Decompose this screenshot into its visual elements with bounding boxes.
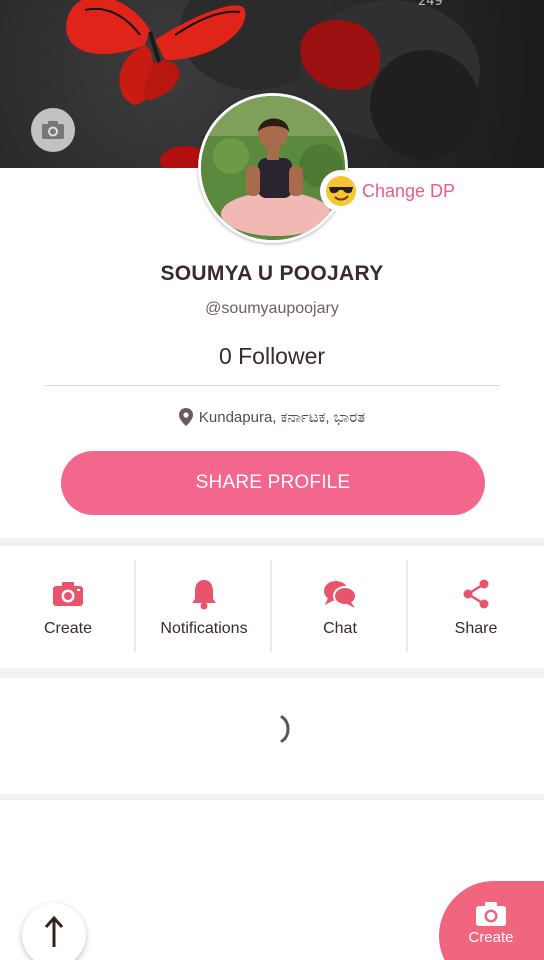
action-bar: Create Notifications Chat Share [0, 546, 544, 668]
loading-spinner-icon [280, 715, 290, 743]
action-label: Create [43, 620, 93, 637]
butterfly-image [66, 0, 246, 105]
profile-avatar[interactable] [198, 93, 348, 243]
scroll-to-top-button[interactable] [22, 903, 86, 960]
action-label: Share [454, 620, 498, 637]
location-pin-icon [178, 408, 193, 426]
change-dp-label: Change DP [362, 180, 456, 201]
location: Kundapura, ಕರ್ನಾಟಕ, ಭಾರತ [0, 408, 544, 426]
camera-icon [52, 576, 84, 612]
action-notifications[interactable]: Notifications [136, 546, 272, 668]
feed-loader-panel [0, 678, 544, 794]
status-number: 249 [418, 0, 443, 9]
action-chat[interactable]: Chat [272, 546, 408, 668]
chat-icon [323, 576, 357, 612]
profile-handle: @soumyaupoojary [205, 300, 339, 317]
action-share[interactable]: Share [408, 546, 544, 668]
sunglasses-emoji-icon [320, 170, 362, 212]
bell-icon [191, 576, 217, 612]
camera-icon [476, 902, 506, 926]
change-dp-button[interactable]: Change DP [320, 170, 455, 212]
action-create[interactable]: Create [0, 546, 136, 668]
share-icon [461, 576, 491, 612]
action-label: Notifications [160, 620, 248, 637]
location-text: Kundapura, ಕರ್ನಾಟಕ, ಭಾರತ [198, 408, 366, 426]
change-cover-button[interactable] [31, 108, 75, 152]
create-fab-label: Create [468, 929, 514, 946]
profile-name: SOUMYA U POOJARY [160, 262, 384, 285]
camera-icon [42, 121, 64, 139]
arrow-up-icon [44, 915, 64, 947]
divider [45, 385, 500, 386]
action-label: Chat [323, 620, 357, 637]
followers-count[interactable]: 0 Follower [0, 343, 544, 370]
share-profile-button[interactable]: SHARE PROFILE [61, 451, 485, 515]
